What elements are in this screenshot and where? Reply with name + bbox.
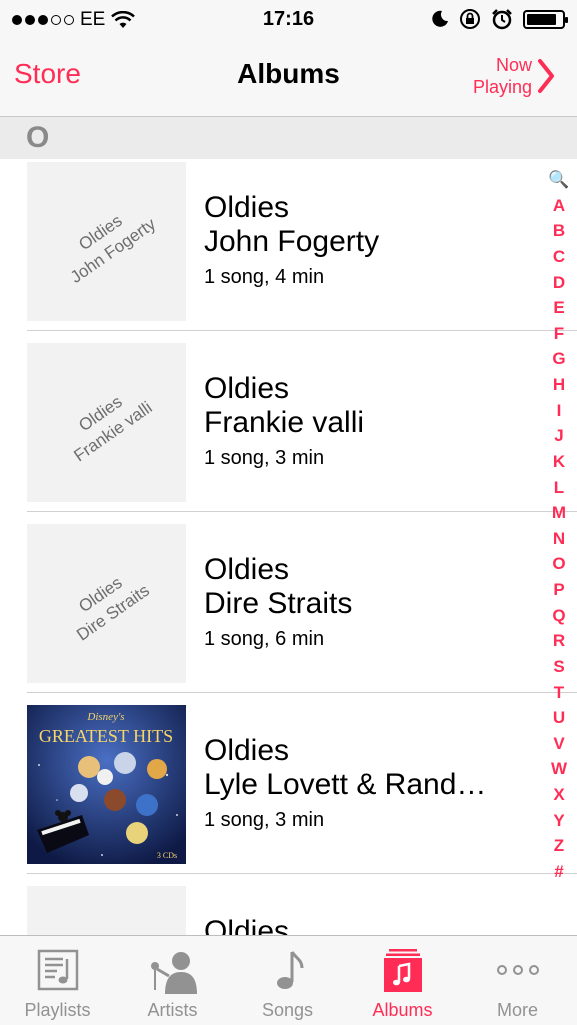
index-letter[interactable]: G (552, 349, 565, 369)
album-list[interactable]: Oldies John Fogerty Oldies John Fogerty 1… (0, 159, 577, 935)
now-playing-button[interactable]: Now Playing (473, 54, 532, 98)
row-divider (27, 873, 577, 874)
alphabet-index[interactable]: 🔍 A B C D E F G H I J K L M N O P Q R S T U V W X Y Z # (547, 170, 571, 882)
cover-title: GREATEST HITS (39, 726, 173, 746)
tab-label: More (496, 1000, 538, 1020)
section-header: O (0, 117, 577, 159)
index-letter[interactable]: # (554, 862, 563, 882)
cover-cd-count: 3 CDs (157, 851, 177, 860)
album-row[interactable]: Oldies (0, 883, 577, 935)
battery-icon (523, 9, 568, 29)
index-letter[interactable]: R (553, 631, 565, 651)
index-letter[interactable]: V (553, 734, 564, 754)
album-title: Oldies (204, 553, 290, 586)
tab-artists[interactable]: Artists (115, 936, 230, 1025)
album-row[interactable]: Oldies Frankie valli Oldies Frankie valli… (0, 340, 577, 521)
album-title: Oldies (204, 734, 290, 767)
index-letter[interactable]: F (554, 324, 564, 344)
section-letter: O (26, 121, 50, 154)
album-artwork-placeholder: Oldies Dire Straits (27, 524, 186, 683)
tab-label: Albums (372, 1000, 433, 1020)
index-letter[interactable]: A (553, 196, 565, 216)
tab-label: Artists (147, 1000, 198, 1020)
index-letter[interactable]: H (553, 375, 565, 395)
tab-songs[interactable]: Songs (230, 936, 345, 1025)
index-letter[interactable]: Z (554, 836, 564, 856)
index-letter[interactable]: M (552, 503, 566, 523)
row-divider (27, 692, 577, 693)
album-row[interactable]: Oldies Dire Straits Oldies Dire Straits 1… (0, 521, 577, 702)
index-letter[interactable]: J (554, 426, 563, 446)
tab-more[interactable]: More (460, 936, 575, 1025)
album-title: Oldies (204, 915, 290, 935)
navigation-bar: Store Albums Now Playing (0, 40, 577, 117)
album-meta: 1 song, 6 min (204, 628, 325, 650)
index-letter[interactable]: N (553, 529, 565, 549)
album-meta: 1 song, 3 min (204, 447, 325, 469)
tab-albums[interactable]: Albums (345, 936, 460, 1025)
albums-icon (383, 949, 422, 992)
album-artwork-placeholder: Oldies John Fogerty (27, 162, 186, 321)
chevron-right-icon[interactable] (537, 58, 555, 94)
index-letter[interactable]: D (553, 273, 565, 293)
index-letter[interactable]: P (553, 580, 564, 600)
index-letter[interactable]: X (553, 785, 564, 805)
album-row[interactable]: Disney's GREATEST HITS 3 CDs Oldies Lyle… (0, 702, 577, 883)
index-letter[interactable]: O (552, 554, 565, 574)
row-divider (27, 511, 577, 512)
index-letter[interactable]: T (554, 683, 564, 703)
songs-icon (276, 951, 303, 989)
tab-playlists[interactable]: Playlists (0, 936, 115, 1025)
index-letter[interactable]: K (553, 452, 565, 472)
album-cover-image: Disney's GREATEST HITS 3 CDs (27, 705, 186, 864)
playlists-icon (37, 949, 78, 991)
album-meta: 1 song, 4 min (204, 266, 325, 288)
index-letter[interactable]: I (557, 401, 562, 421)
artists-icon (150, 952, 197, 994)
index-letter[interactable]: W (551, 759, 567, 779)
index-letter[interactable]: C (553, 247, 565, 267)
album-title: Oldies (204, 372, 290, 405)
tab-bar: Playlists Artists Songs Albums More (0, 935, 577, 1025)
album-artist: Frankie valli (204, 406, 365, 439)
alarm-icon (492, 9, 512, 30)
now-playing-line1: Now (495, 55, 532, 75)
album-title: Oldies (204, 191, 290, 224)
rotation-lock-icon (460, 9, 480, 29)
album-artist: Dire Straits (204, 587, 353, 620)
album-row[interactable]: Oldies John Fogerty Oldies John Fogerty 1… (0, 159, 577, 340)
album-meta: 1 song, 3 min (204, 809, 325, 831)
cover-brand: Disney's (86, 711, 124, 723)
index-letter[interactable]: S (553, 657, 564, 677)
index-letter[interactable]: U (553, 708, 565, 728)
album-artwork-placeholder: Oldies Frankie valli (27, 343, 186, 502)
status-bar: EE 17:16 (0, 0, 577, 40)
do-not-disturb-icon (432, 10, 448, 27)
row-divider (27, 330, 577, 331)
more-icon (496, 965, 539, 975)
index-letter[interactable]: B (553, 221, 565, 241)
tab-label: Songs (261, 1000, 314, 1020)
index-letter[interactable]: L (554, 478, 564, 498)
album-artist: John Fogerty (204, 225, 380, 258)
index-letter[interactable]: E (553, 298, 564, 318)
album-artwork-placeholder (27, 886, 186, 935)
album-artist: Lyle Lovett & Rand… (204, 768, 487, 801)
index-search-icon[interactable]: 🔍 (548, 170, 569, 190)
now-playing-line2: Playing (472, 77, 532, 97)
index-letter[interactable]: Q (552, 606, 565, 626)
tab-label: Playlists (24, 1000, 91, 1020)
index-letter[interactable]: Y (553, 811, 564, 831)
album-artwork: Disney's GREATEST HITS 3 CDs (27, 705, 186, 864)
